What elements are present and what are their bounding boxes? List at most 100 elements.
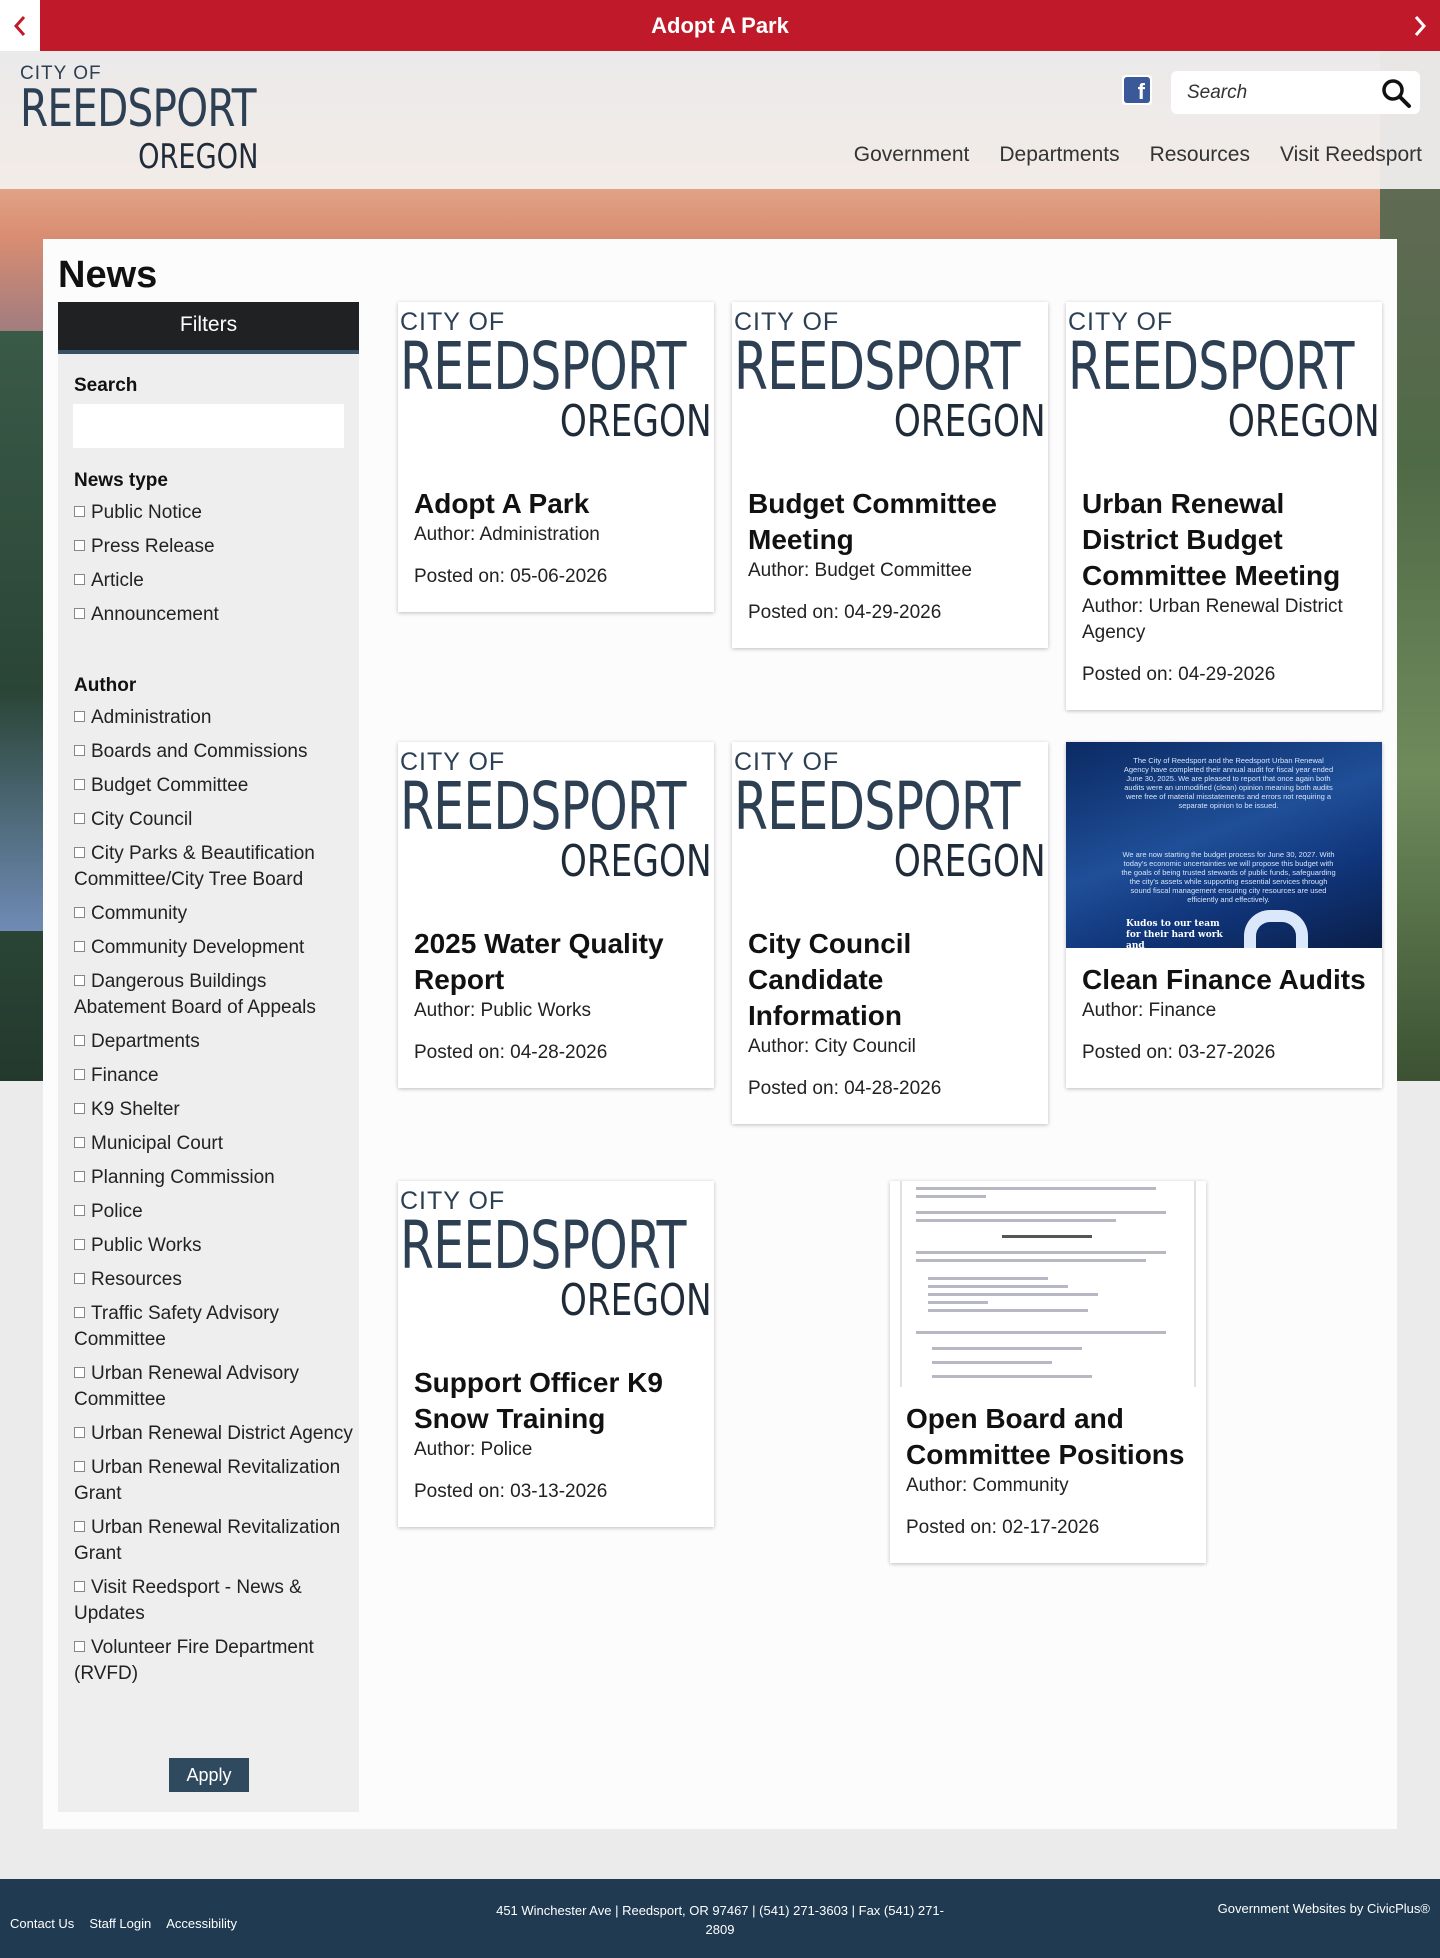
checkbox[interactable] (74, 1581, 85, 1592)
author-option[interactable]: Urban Renewal Advisory Committee (74, 1361, 354, 1413)
news-card[interactable]: CITY OF REEDSPORT OREGON City Council Ca… (732, 742, 1048, 1124)
checkbox[interactable] (74, 711, 85, 722)
checkbox[interactable] (74, 1035, 85, 1046)
alert-next-button[interactable] (1400, 0, 1440, 51)
alert-title[interactable]: Adopt A Park (0, 0, 1440, 51)
author-option[interactable]: Community Development (74, 935, 354, 961)
checkbox[interactable] (74, 1137, 85, 1148)
checkbox[interactable] (74, 1521, 85, 1532)
checkbox[interactable] (74, 1427, 85, 1438)
footer-credit[interactable]: Government Websites by CivicPlus® (1218, 1901, 1430, 1916)
checkbox[interactable] (74, 574, 85, 585)
finance-audit-image: The City of Reedsport and the Reedsport … (1066, 742, 1382, 948)
author-option[interactable]: Urban Renewal Revitalization Grant (74, 1515, 354, 1567)
author-option[interactable]: Police (74, 1199, 354, 1225)
card-title[interactable]: Urban Renewal District Budget Committee … (1082, 486, 1367, 594)
nav-government[interactable]: Government (854, 143, 970, 167)
checkbox[interactable] (74, 1307, 85, 1318)
news-type-option[interactable]: Article (74, 568, 354, 594)
checkbox[interactable] (74, 941, 85, 952)
author-option[interactable]: Planning Commission (74, 1165, 354, 1191)
checkbox[interactable] (74, 506, 85, 517)
news-type-option[interactable]: Announcement (74, 602, 354, 628)
author-option[interactable]: Community (74, 901, 354, 927)
checkbox[interactable] (74, 745, 85, 756)
checkbox[interactable] (74, 1367, 85, 1378)
footer-contact-link[interactable]: Contact Us (10, 1916, 74, 1931)
news-type-option[interactable]: Public Notice (74, 500, 354, 526)
card-title[interactable]: Open Board and Committee Positions (906, 1401, 1191, 1473)
checkbox[interactable] (74, 779, 85, 790)
author-option[interactable]: Visit Reedsport - News & Updates (74, 1575, 354, 1627)
filter-search-input[interactable] (73, 404, 344, 448)
card-author: Author: Community (906, 1475, 1069, 1496)
checkbox[interactable] (74, 813, 85, 824)
nav-resources[interactable]: Resources (1150, 143, 1250, 167)
author-option[interactable]: Municipal Court (74, 1131, 354, 1157)
nav-visit-reedsport[interactable]: Visit Reedsport (1280, 143, 1422, 167)
author-option[interactable]: Urban Renewal District Agency (74, 1421, 354, 1447)
checkbox[interactable] (74, 1069, 85, 1080)
news-card[interactable]: CITY OF REEDSPORT OREGON Budget Committe… (732, 302, 1048, 648)
checkbox[interactable] (74, 1239, 85, 1250)
author-option[interactable]: Resources (74, 1267, 354, 1293)
checkbox[interactable] (74, 1171, 85, 1182)
author-option[interactable]: Departments (74, 1029, 354, 1055)
author-option[interactable]: Urban Renewal Revitalization Grant (74, 1455, 354, 1507)
author-option[interactable]: Boards and Commissions (74, 739, 354, 765)
footer-staff-login-link[interactable]: Staff Login (89, 1916, 151, 1931)
chevron-left-icon (13, 15, 26, 36)
nav-departments[interactable]: Departments (999, 143, 1119, 167)
filters-heading[interactable]: Filters (58, 302, 359, 354)
checkbox[interactable] (74, 975, 85, 986)
search-icon[interactable] (1380, 77, 1412, 109)
author-option[interactable]: Finance (74, 1063, 354, 1089)
checkbox[interactable] (74, 608, 85, 619)
news-card[interactable]: CITY OF REEDSPORT OREGON Adopt A Park Au… (398, 302, 714, 612)
card-logo-image: CITY OF REEDSPORT OREGON (732, 302, 1048, 472)
author-option[interactable]: Traffic Safety Advisory Committee (74, 1301, 354, 1353)
author-label: Author (74, 675, 137, 696)
author-option[interactable]: City Council (74, 807, 354, 833)
checkbox[interactable] (74, 540, 85, 551)
author-option[interactable]: Administration (74, 705, 354, 731)
checkbox[interactable] (74, 1205, 85, 1216)
site-header: CITY OF REEDSPORT OREGON f Government De… (0, 51, 1440, 189)
card-title[interactable]: City Council Candidate Information (748, 926, 1033, 1034)
author-option[interactable]: Dangerous Buildings Abatement Board of A… (74, 969, 354, 1021)
main-content: News Filters Search News type Public Not… (43, 239, 1397, 1829)
facebook-icon[interactable]: f (1122, 75, 1152, 105)
card-author: Author: Finance (1082, 1000, 1217, 1021)
news-card[interactable]: CITY OF REEDSPORT OREGON 2025 Water Qual… (398, 742, 714, 1088)
news-card[interactable]: CITY OF REEDSPORT OREGON Support Officer… (398, 1181, 714, 1527)
checkbox[interactable] (74, 847, 85, 858)
news-type-option[interactable]: Press Release (74, 534, 354, 560)
checkbox[interactable] (74, 1461, 85, 1472)
card-title[interactable]: Adopt A Park (414, 486, 699, 522)
site-logo[interactable]: CITY OF REEDSPORT OREGON (20, 63, 270, 178)
card-logo-image: CITY OF REEDSPORT OREGON (732, 742, 1048, 912)
card-date: Posted on: 04-28-2026 (748, 1078, 942, 1099)
author-option[interactable]: Budget Committee (74, 773, 354, 799)
author-option[interactable]: Public Works (74, 1233, 354, 1259)
card-title[interactable]: Clean Finance Audits (1082, 962, 1367, 998)
page-title: News (58, 254, 158, 296)
alert-prev-button[interactable] (0, 0, 40, 51)
card-title[interactable]: 2025 Water Quality Report (414, 926, 699, 998)
checkbox[interactable] (74, 907, 85, 918)
card-title[interactable]: Budget Committee Meeting (748, 486, 1033, 558)
author-option[interactable]: K9 Shelter (74, 1097, 354, 1123)
author-option[interactable]: City Parks & Beautification Committee/Ci… (74, 841, 354, 893)
apply-button[interactable]: Apply (169, 1758, 249, 1792)
author-list: Administration Boards and Commissions Bu… (74, 705, 354, 1695)
news-card[interactable]: Open Board and Committee Positions Autho… (890, 1181, 1206, 1563)
checkbox[interactable] (74, 1641, 85, 1652)
search-input[interactable] (1171, 71, 1371, 114)
card-title[interactable]: Support Officer K9 Snow Training (414, 1365, 699, 1437)
checkbox[interactable] (74, 1273, 85, 1284)
news-card[interactable]: The City of Reedsport and the Reedsport … (1066, 742, 1382, 1088)
checkbox[interactable] (74, 1103, 85, 1114)
author-option[interactable]: Volunteer Fire Department (RVFD) (74, 1635, 354, 1687)
footer-accessibility-link[interactable]: Accessibility (166, 1916, 237, 1931)
news-card[interactable]: CITY OF REEDSPORT OREGON Urban Renewal D… (1066, 302, 1382, 710)
